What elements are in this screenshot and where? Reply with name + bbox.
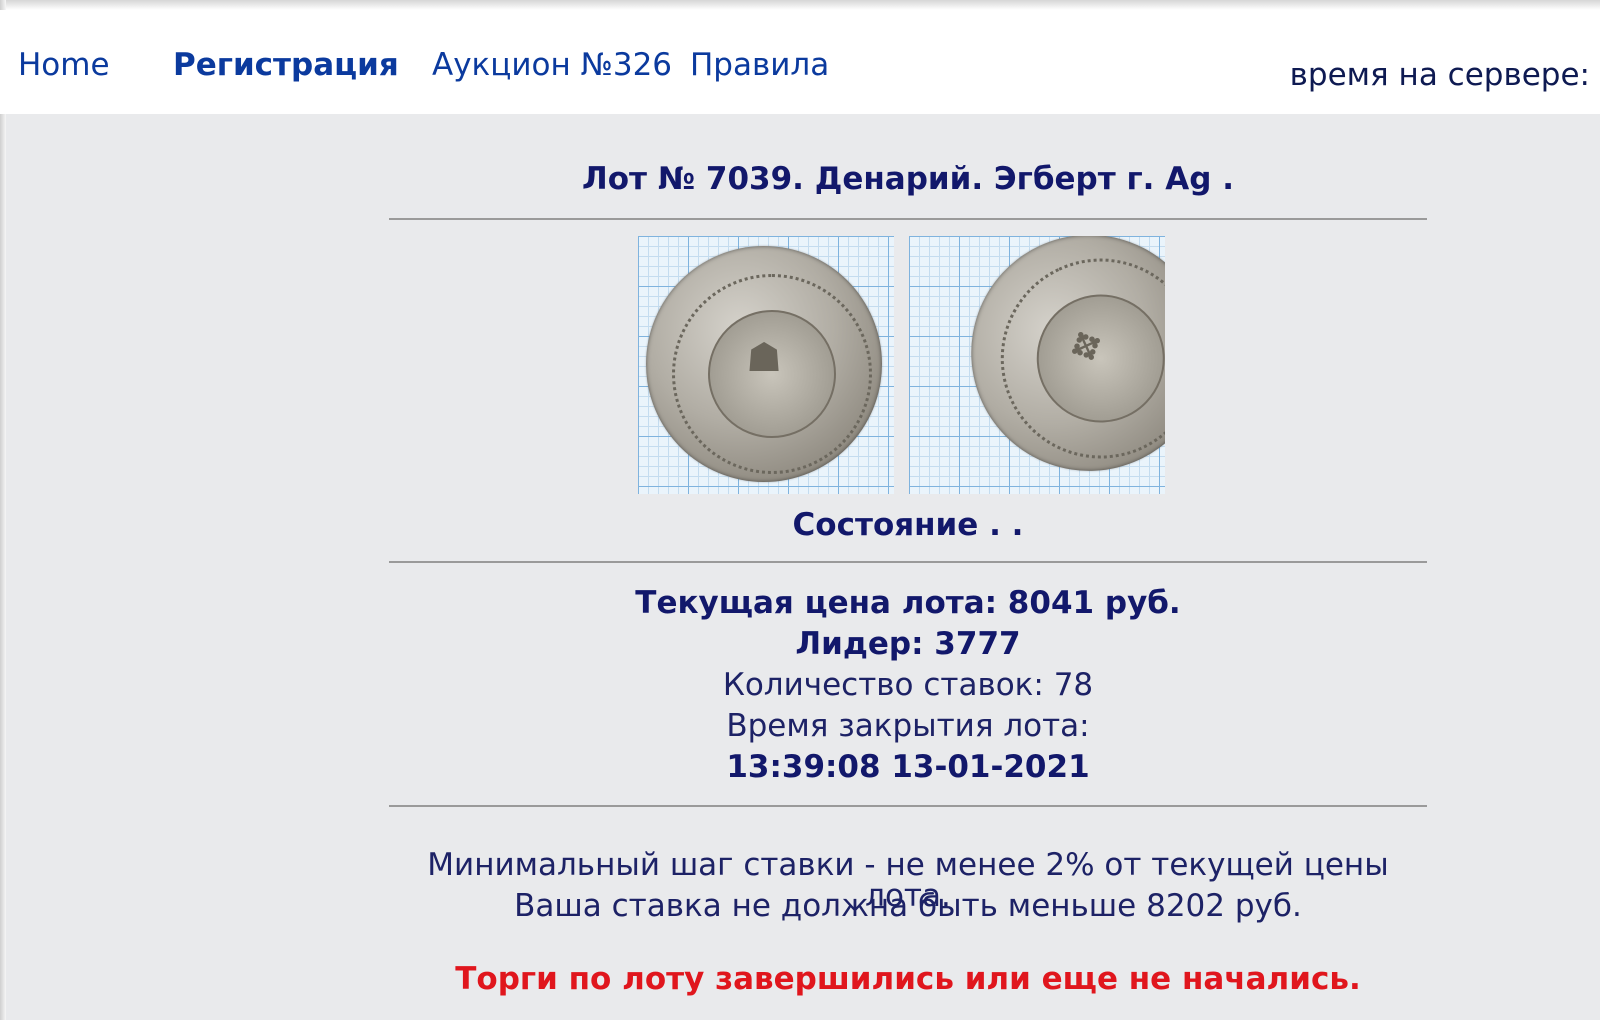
min-bid-note: Ваша ставка не должна быть меньше 8202 р… [514, 888, 1302, 924]
coin-disc: ✥ [932, 236, 1165, 494]
current-price: Текущая цена лота: 8041 руб. [635, 585, 1181, 621]
lot-leader: Лидер: 3777 [795, 626, 1021, 662]
close-time-value: 13:39:08 13-01-2021 [726, 749, 1090, 785]
server-time-label: время на сервере: [1289, 57, 1590, 93]
auction-status-alert: Торги по лоту завершились или еще не нач… [455, 961, 1361, 997]
window-left-edge [0, 0, 6, 1020]
divider [389, 218, 1427, 220]
close-time-label: Время закрытия лота: [726, 708, 1090, 744]
divider [389, 805, 1427, 807]
top-navigation: Home Регистрация Аукцион №326 Правила вр… [0, 10, 1600, 114]
nav-rules-link[interactable]: Правила [690, 50, 829, 81]
lot-title: Лот № 7039. Денарий. Эгберт г. Ag . [582, 161, 1234, 197]
page: Home Регистрация Аукцион №326 Правила вр… [0, 0, 1600, 1020]
nav-registration-link[interactable]: Регистрация [173, 50, 399, 81]
coin-reverse-photo[interactable]: ✥ [909, 236, 1165, 494]
nav-home-link[interactable]: Home [18, 50, 110, 81]
coin-obverse-photo[interactable]: ☗ [638, 236, 894, 494]
nav-auction-link[interactable]: Аукцион №326 [432, 50, 672, 81]
coin-mark-icon: ☗ [746, 335, 782, 381]
divider [389, 561, 1427, 563]
bids-count: Количество ставок: 78 [722, 667, 1094, 703]
lot-condition: Состояние . . [792, 507, 1024, 543]
coin-disc: ☗ [646, 246, 882, 482]
window-top-edge [0, 0, 1600, 10]
